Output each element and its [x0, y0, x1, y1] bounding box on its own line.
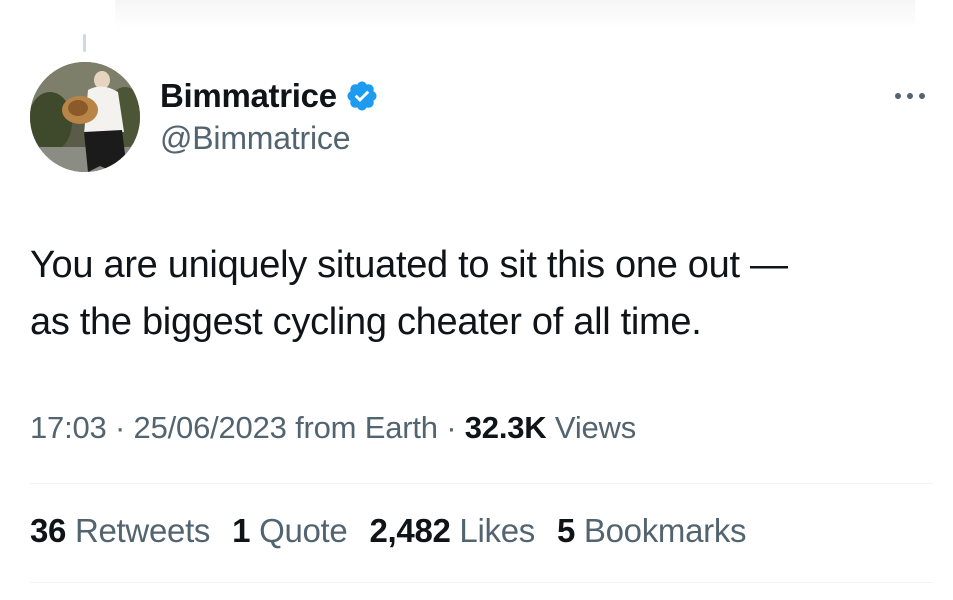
previous-tweet-edge [115, 0, 915, 30]
retweets-count: 36 [30, 512, 67, 549]
bookmarks-count: 5 [556, 512, 576, 549]
retweets-label: Retweets [66, 512, 211, 549]
likes-stat[interactable]: 2,482 Likes [369, 512, 535, 550]
bookmarks-label: Bookmarks [575, 512, 747, 549]
tweet-source: from Earth [286, 410, 438, 445]
divider [30, 483, 933, 484]
likes-count: 2,482 [369, 512, 451, 549]
quotes-stat[interactable]: 1 Quote [232, 512, 348, 550]
quotes-count: 1 [232, 512, 251, 549]
divider [30, 582, 933, 583]
views-count[interactable]: 32.3K [465, 410, 547, 445]
meta-separator: · [437, 410, 465, 445]
author-row: Bimmatrice [160, 76, 379, 116]
quotes-label: Quote [250, 512, 348, 549]
author-handle[interactable]: @Bimmatrice [160, 120, 351, 157]
tweet-date[interactable]: 25/06/2023 [134, 410, 287, 445]
meta-separator: · [106, 410, 134, 445]
tweet-time[interactable]: 17:03 [30, 410, 107, 445]
retweets-stat[interactable]: 36 Retweets [30, 512, 210, 550]
verified-badge-icon [347, 81, 377, 111]
avatar-photo [30, 62, 140, 172]
author-display-name[interactable]: Bimmatrice [160, 77, 337, 115]
thread-connector-line [83, 34, 86, 52]
avatar[interactable] [30, 62, 140, 172]
tweet-meta: 17:03 · 25/06/2023 from Earth · 32.3K Vi… [30, 410, 636, 446]
tweet-text: You are uniquely situated to sit this on… [30, 244, 788, 343]
bookmarks-stat[interactable]: 5 Bookmarks [556, 512, 747, 550]
more-options-icon[interactable] [890, 86, 930, 106]
likes-label: Likes [450, 512, 535, 549]
views-label: Views [546, 410, 637, 445]
engagement-stats: 36 Retweets 1 Quote 2,482 Likes 5 Bookma… [30, 512, 768, 550]
